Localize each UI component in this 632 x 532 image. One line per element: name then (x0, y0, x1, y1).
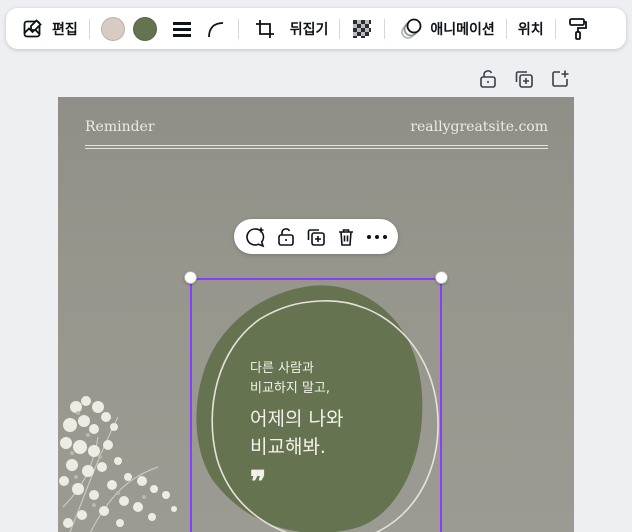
header-rule-top (85, 145, 548, 146)
paint-roller-icon (568, 17, 587, 40)
comment-add-icon (246, 227, 265, 247)
edit-label: 편집 (52, 21, 78, 38)
edit-button[interactable]: 편집 (14, 14, 82, 44)
page-actions (476, 67, 571, 90)
comment-button[interactable] (242, 224, 268, 250)
lock-icon (277, 227, 294, 246)
flip-label: 뒤집기 (289, 21, 329, 38)
element-toolbar (234, 219, 398, 254)
lock-icon (479, 69, 496, 88)
more-icon (366, 234, 387, 239)
delete-button[interactable] (333, 224, 359, 250)
corner-rounding-button[interactable] (201, 14, 231, 44)
header-right-text[interactable]: reallygreatsite.com (410, 119, 548, 135)
transparency-icon (353, 19, 372, 38)
duplicate-icon (307, 228, 325, 246)
animate-button[interactable]: 애니메이션 (392, 14, 498, 44)
crop-icon (250, 14, 280, 44)
more-options-button[interactable] (364, 224, 390, 250)
toolbar-divider (554, 18, 556, 39)
toolbar-divider (339, 18, 341, 39)
resize-handle-top-right[interactable] (435, 271, 448, 284)
toolbar-divider (88, 18, 90, 39)
duplicate-page-icon (515, 70, 533, 88)
flower-image[interactable] (58, 377, 198, 532)
duplicate-button[interactable] (303, 224, 329, 250)
flip-button[interactable]: 뒤집기 (246, 14, 333, 44)
editor-toolbar: 편집 뒤집기 애니메이션 위치 (6, 8, 626, 49)
toolbar-divider (384, 18, 386, 39)
header-rule-bottom (85, 148, 548, 149)
duplicate-page-button[interactable] (512, 67, 535, 90)
line-weight-icon (172, 21, 191, 37)
header-left-text[interactable]: Reminder (85, 119, 155, 135)
transparency-button[interactable] (347, 14, 377, 44)
canvas-header: Reminder reallygreatsite.com (85, 119, 548, 135)
copy-style-button[interactable] (563, 14, 593, 44)
lock-element-button[interactable] (273, 224, 299, 250)
lock-page-button[interactable] (476, 67, 499, 90)
add-page-button[interactable] (548, 67, 571, 90)
add-page-icon (551, 70, 568, 87)
animate-icon (396, 14, 426, 44)
trash-icon (339, 228, 354, 246)
line-weight-button[interactable] (167, 14, 197, 44)
selection-box (190, 278, 442, 532)
color-swatch-beige[interactable] (100, 16, 125, 41)
position-button[interactable]: 위치 (514, 14, 548, 44)
color-swatch-green[interactable] (132, 16, 157, 41)
animate-label: 애니메이션 (430, 21, 495, 38)
position-label: 위치 (517, 21, 544, 38)
toolbar-divider (237, 18, 239, 39)
corner-rounding-icon (207, 21, 223, 37)
toolbar-divider (505, 18, 507, 39)
image-edit-icon (18, 14, 48, 44)
resize-handle-top-left[interactable] (184, 271, 197, 284)
